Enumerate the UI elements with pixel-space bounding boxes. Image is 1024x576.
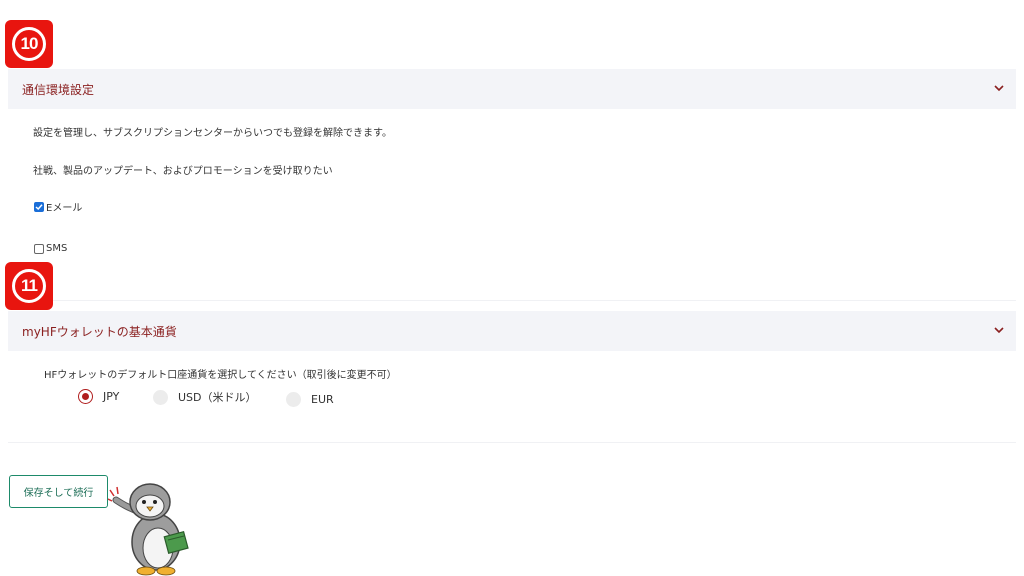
comm-settings-header[interactable]: 通信環境設定 <box>8 69 1016 109</box>
sms-checkbox[interactable] <box>34 243 44 254</box>
chevron-down-icon[interactable] <box>992 81 1006 95</box>
save-and-continue-button[interactable]: 保存そして続行 <box>9 475 108 508</box>
check-icon <box>35 203 43 210</box>
usd-label: USD（米ドル） <box>178 391 257 404</box>
jpy-label: JPY <box>103 390 120 403</box>
eur-label: EUR <box>311 393 334 406</box>
email-checkbox[interactable] <box>34 201 44 212</box>
currency-option-jpy[interactable]: JPY <box>78 389 119 404</box>
step-11-number: 11 <box>12 269 46 303</box>
comm-settings-title: 通信環境設定 <box>22 82 95 97</box>
eur-radio[interactable] <box>286 392 301 407</box>
penguin-mascot <box>108 483 189 576</box>
step-10-number: 10 <box>12 27 46 61</box>
currency-option-usd[interactable]: USD（米ドル） <box>153 389 257 405</box>
currency-title: myHFウォレットの基本通貨 <box>22 324 177 339</box>
sms-option[interactable]: SMS <box>34 243 67 254</box>
receive-updates-text: 社戦、製品のアップデート、およびプロモーションを受け取りたい <box>33 166 333 177</box>
email-option[interactable]: Eメール <box>34 199 82 214</box>
chevron-down-icon[interactable] <box>992 323 1006 337</box>
usd-radio[interactable] <box>153 389 168 405</box>
jpy-radio[interactable] <box>78 389 93 404</box>
currency-header[interactable]: myHFウォレットの基本通貨 <box>8 311 1016 351</box>
currency-option-eur[interactable]: EUR <box>286 392 334 407</box>
manage-subscription-text: 設定を管理し、サブスクリプションセンターからいつでも登録を解除できます。 <box>33 128 392 139</box>
step-11-badge: 11 <box>5 262 53 310</box>
step-10-badge: 10 <box>5 20 53 68</box>
email-label: Eメール <box>46 203 83 214</box>
currency-prompt: HFウォレットのデフォルト口座通貨を選択してください（取引後に変更不可） <box>44 370 397 381</box>
sms-label: SMS <box>46 243 68 254</box>
